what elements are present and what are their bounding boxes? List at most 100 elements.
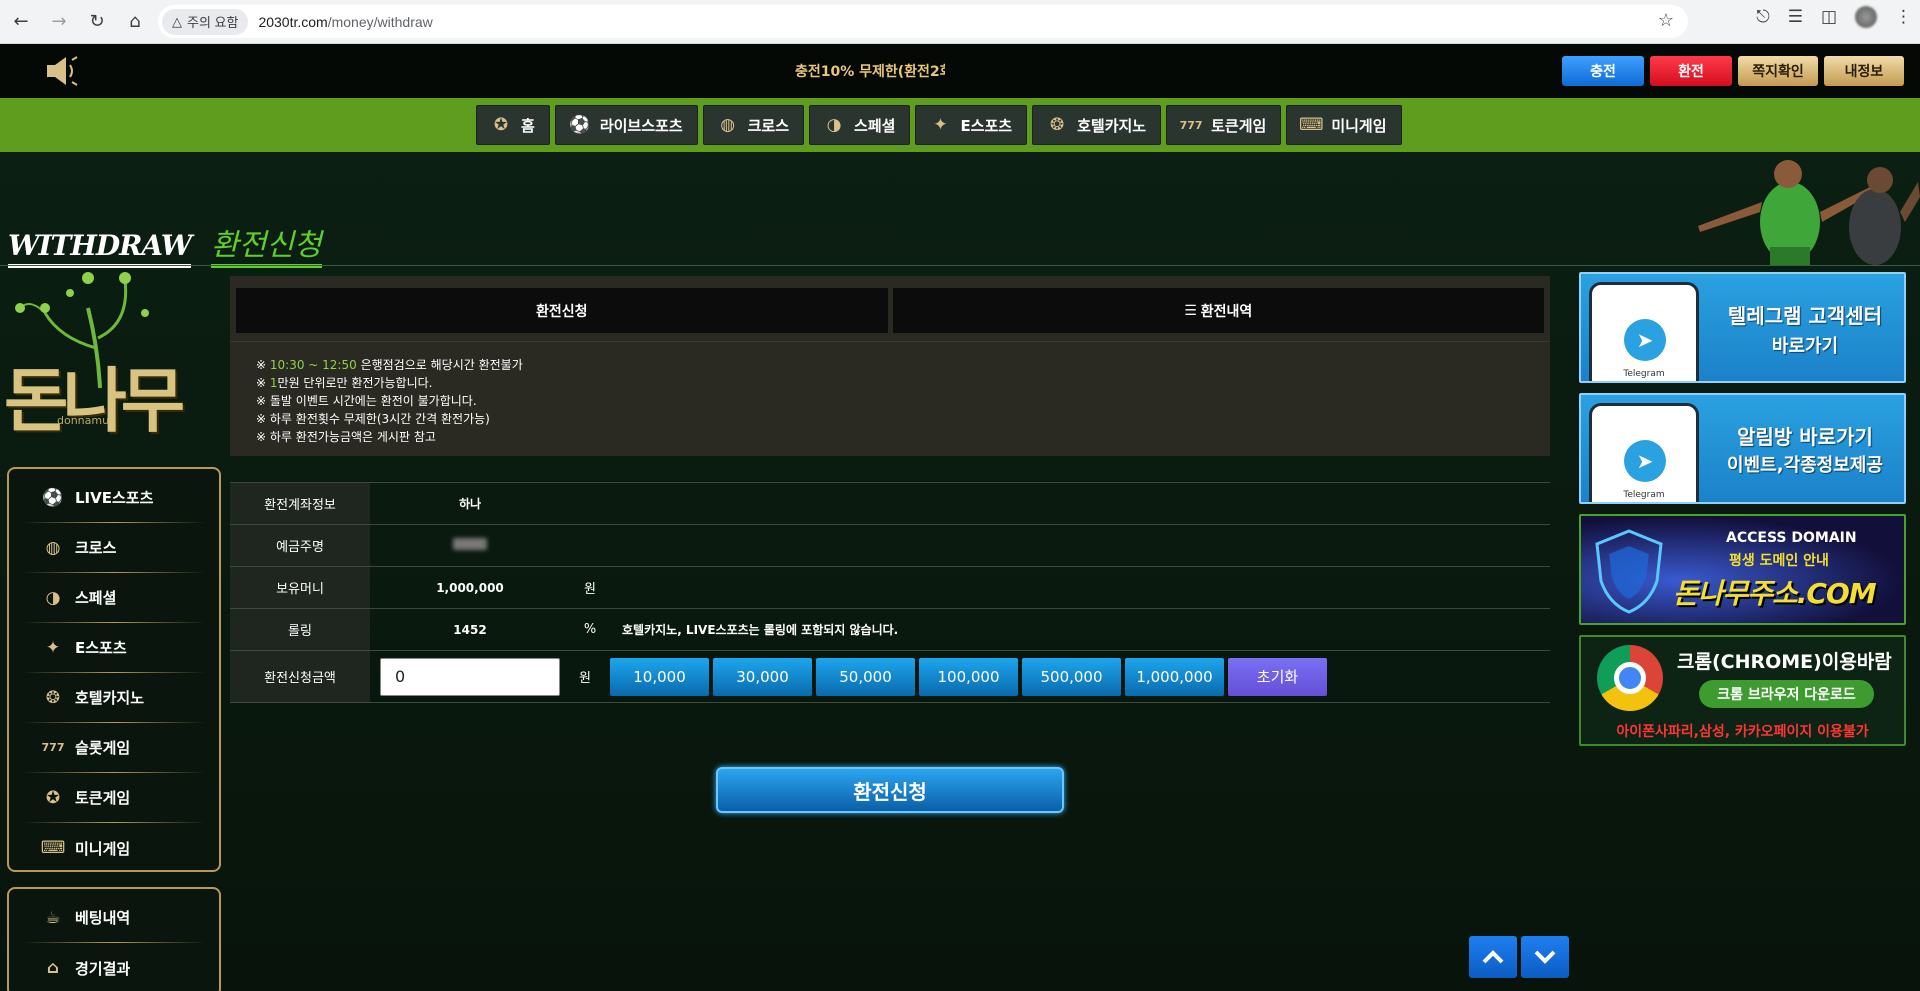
quick-amount-button[interactable]: 30,000 <box>713 657 812 696</box>
holder-row: 예금주명 <box>230 525 1550 567</box>
account-value: 하나 <box>458 497 482 511</box>
bookmark-star-icon[interactable]: ☆ <box>1658 10 1674 31</box>
account-label: 환전계좌정보 <box>230 483 370 524</box>
gamenav-item[interactable]: 777 토큰게임 <box>1166 105 1282 145</box>
profile-avatar[interactable] <box>1855 6 1877 28</box>
browser-menu-icon[interactable]: ⋮ <box>1895 7 1912 27</box>
withdraw-submit-button[interactable]: 환전신청 <box>716 767 1064 813</box>
back-icon[interactable]: ← <box>4 5 38 39</box>
quick-amount-button[interactable]: 500,000 <box>1022 657 1121 696</box>
sidebar-item-label: LIVE스포츠 <box>75 489 154 507</box>
sidebar-item-label: 토큰게임 <box>75 789 131 807</box>
gamenav-item[interactable]: ⌨ 미니게임 <box>1286 105 1402 145</box>
gamenav-item-label: 홈 <box>521 116 535 135</box>
domain-title: ACCESS DOMAIN <box>1726 530 1857 546</box>
rolling-unit: % <box>583 622 597 637</box>
gamenav-item[interactable]: ❂ 호텔카지노 <box>1032 105 1162 145</box>
holder-value-cell <box>370 538 570 553</box>
media-control-icon[interactable]: ☰ <box>1788 7 1803 27</box>
holder-label: 예금주명 <box>230 525 370 566</box>
speaker-icon[interactable] <box>44 54 80 88</box>
quick-amount-button[interactable]: 1,000,000 <box>1125 657 1224 696</box>
soccer-ball-icon: ⚽ <box>569 115 591 135</box>
gamepad-icon: ⌨ <box>1299 115 1324 135</box>
sidebar-menu: ⚽ LIVE스포츠 ◍ 크로스 ◑ 스페셜 ✦ E스포츠 ❂ 호텔카지노 777 슬롯게임 ✪ 토큰게임 ⌨… <box>7 467 221 872</box>
domain-address: 돈나무주소.COM <box>1673 577 1877 610</box>
basketball-icon: ◍ <box>45 537 61 558</box>
url-text: 2030tr.com/money/withdraw <box>258 13 433 30</box>
reset-amount-button[interactable]: 초기화 <box>1228 657 1327 696</box>
sidebar-item[interactable]: ⌂ 경기결과 <box>23 943 205 991</box>
sidebar-item[interactable]: ◑ 스페셜 <box>23 573 205 623</box>
quick-amount-button[interactable]: 10,000 <box>610 657 709 696</box>
quick-amount-button[interactable]: 50,000 <box>816 657 915 696</box>
telegram-alert-banner[interactable]: ➤ Telegram 알림방 바로가기 이벤트,각종정보제공 <box>1579 393 1906 504</box>
sidebar-item[interactable]: ⚽ LIVE스포츠 <box>23 473 205 523</box>
domain-banner[interactable]: ACCESS DOMAIN 평생 도메인 안내 돈나무주소.COM <box>1579 514 1906 625</box>
gamenav-item[interactable]: ✪ 홈 <box>476 105 550 145</box>
sidebar-item[interactable]: ☕ 베팅내역 <box>23 893 205 943</box>
gamenav-item[interactable]: ⚽ 라이브스포츠 <box>554 105 698 145</box>
side-panel-icon[interactable]: ◫ <box>1821 7 1837 27</box>
domain-sub: 평생 도메인 안내 <box>1729 553 1829 569</box>
gamenav-item-label: 크로스 <box>747 116 790 135</box>
gamenav-item-label: 토큰게임 <box>1211 116 1267 135</box>
extensions-icon[interactable]: ⎋ <box>1756 7 1769 27</box>
message-check-button[interactable]: 쪽지확인 <box>1738 56 1818 86</box>
tennis-ball-icon: ◑ <box>45 587 61 608</box>
telegram-app-label: Telegram <box>1623 369 1665 379</box>
gamenav-item[interactable]: ◍ 크로스 <box>702 105 805 145</box>
chevron-down-icon <box>1534 950 1556 964</box>
logo-text[interactable]: 돈나무 <box>4 345 185 446</box>
site-topbar: 충전10% 무제한(환전2회 충전 환전 쪽지확인 내정보 <box>0 44 1920 98</box>
sidebar-item-label: 슬롯게임 <box>75 739 131 757</box>
withdraw-button[interactable]: 환전 <box>1650 56 1732 86</box>
scroll-up-button[interactable] <box>1469 936 1517 978</box>
casino-chip-icon: ❂ <box>1049 115 1065 135</box>
quick-amount-button[interactable]: 100,000 <box>919 657 1018 696</box>
tab-withdraw-history[interactable]: ☰ 환전내역 <box>892 288 1544 333</box>
telegram-support-banner[interactable]: ➤ Telegram 텔레그램 고객센터 바로가기 <box>1579 272 1906 383</box>
chrome-banner[interactable]: 크롬(CHROME)이용바람 크롬 브라우저 다운로드 아이폰사파리,삼성, 카… <box>1579 635 1906 746</box>
amount-label: 환전신청금액 <box>230 651 370 702</box>
list-icon: ☰ <box>1184 302 1197 319</box>
scroll-down-button[interactable] <box>1521 936 1569 978</box>
gamepad-icon: ⌨ <box>40 838 66 858</box>
tab-withdraw-apply[interactable]: 환전신청 <box>236 288 888 333</box>
sidebar-item[interactable]: ◍ 크로스 <box>23 523 205 573</box>
soccer-ball-icon: ⚽ <box>42 487 64 508</box>
withdraw-tabs: 환전신청 ☰ 환전내역 <box>230 276 1550 341</box>
rolling-value: 1452 <box>453 622 487 637</box>
cup-icon: ☕ <box>45 907 61 928</box>
home-icon[interactable]: ⌂ <box>118 5 152 39</box>
gamenav-item[interactable]: ✦ E스포츠 <box>915 105 1028 145</box>
gamenav-item[interactable]: ◑ 스페셜 <box>809 105 911 145</box>
page-title-english: WITHDRAW <box>8 229 192 268</box>
gamenav-item-label: 라이브스포츠 <box>599 116 683 135</box>
address-bar[interactable]: △ 주의 요함 2030tr.com/money/withdraw ☆ <box>158 5 1688 38</box>
sidebar-item-label: E스포츠 <box>75 639 127 657</box>
sidebar-item[interactable]: 777 슬롯게임 <box>23 723 205 773</box>
reload-icon[interactable]: ↻ <box>80 5 114 39</box>
my-info-button[interactable]: 내정보 <box>1824 56 1904 86</box>
rolling-label: 롤링 <box>230 609 370 650</box>
balance-value: 1,000,000 <box>436 580 504 595</box>
withdraw-panel: 환전신청 ☰ 환전내역 ※ 10:30 ~ 12:50 은행점검으로 해당시간 … <box>230 276 1550 703</box>
security-warning-chip[interactable]: △ 주의 요함 <box>162 8 249 35</box>
amount-input[interactable]: 0 <box>380 657 560 696</box>
notice-line: ※ 10:30 ~ 12:50 은행점검으로 해당시간 환전불가 <box>256 358 523 372</box>
sidebar-item-label: 스페셜 <box>75 589 117 607</box>
slot-777-icon: 777 <box>1179 118 1203 132</box>
gamenav-item-label: 미니게임 <box>1331 116 1387 135</box>
sidebar-item[interactable]: ✦ E스포츠 <box>23 623 205 673</box>
forward-icon[interactable]: → <box>42 5 76 39</box>
sidebar-item[interactable]: ⌨ 미니게임 <box>23 823 205 873</box>
balance-label: 보유머니 <box>230 567 370 608</box>
warning-triangle-icon: △ <box>172 13 182 29</box>
charge-button[interactable]: 충전 <box>1562 56 1644 86</box>
chrome-download-button[interactable]: 크롬 브라우저 다운로드 <box>1699 680 1874 708</box>
sidebar-item[interactable]: ❂ 호텔카지노 <box>23 673 205 723</box>
account-row: 환전계좌정보 하나 <box>230 483 1550 525</box>
logo-subtext: donnamu <box>57 414 110 427</box>
sidebar-item[interactable]: ✪ 토큰게임 <box>23 773 205 823</box>
